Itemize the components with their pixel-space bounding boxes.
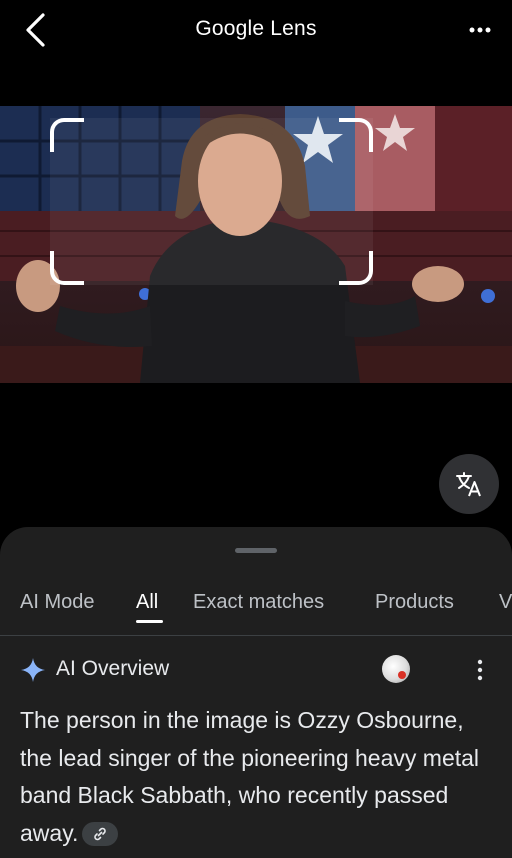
title-google: Google (195, 17, 265, 40)
crop-handle-bottom-right[interactable] (339, 251, 373, 285)
link-icon (94, 828, 107, 841)
selection-highlight (50, 118, 373, 285)
tab-all[interactable]: All (136, 591, 158, 614)
sparkle-icon (21, 658, 45, 682)
ai-overview-title: AI Overview (56, 657, 170, 680)
citation-link-button[interactable] (82, 822, 119, 847)
tab-ai-mode[interactable]: AI Mode (20, 591, 94, 614)
source-avatar[interactable] (382, 655, 410, 683)
translate-icon (456, 472, 481, 497)
tab-overflow[interactable]: V (499, 591, 512, 614)
results-tabs: AI Mode All Exact matches Products V (0, 579, 512, 636)
crop-handle-top-right[interactable] (339, 118, 373, 152)
results-sheet[interactable]: AI Mode All Exact matches Products V AI … (0, 527, 512, 858)
ai-overview-text: The person in the image is Ozzy Osbourne… (20, 702, 490, 852)
ai-overview-header: AI Overview (20, 655, 492, 685)
more-options-button[interactable] (464, 14, 496, 46)
drag-handle[interactable] (235, 548, 277, 553)
top-bar: Google Lens (0, 0, 512, 64)
crop-handle-bottom-left[interactable] (50, 251, 84, 285)
more-vertical-icon[interactable] (472, 657, 488, 683)
translate-button[interactable] (439, 454, 499, 514)
app-title: Google Lens (0, 17, 512, 41)
crop-handle-top-left[interactable] (50, 118, 84, 152)
active-tab-indicator (136, 620, 163, 623)
tab-exact-matches[interactable]: Exact matches (193, 591, 324, 614)
crop-selection[interactable] (50, 118, 373, 285)
tab-products[interactable]: Products (375, 591, 454, 614)
more-horizontal-icon (469, 27, 491, 33)
title-lens: Lens (264, 17, 317, 40)
avatar-badge (398, 671, 406, 679)
